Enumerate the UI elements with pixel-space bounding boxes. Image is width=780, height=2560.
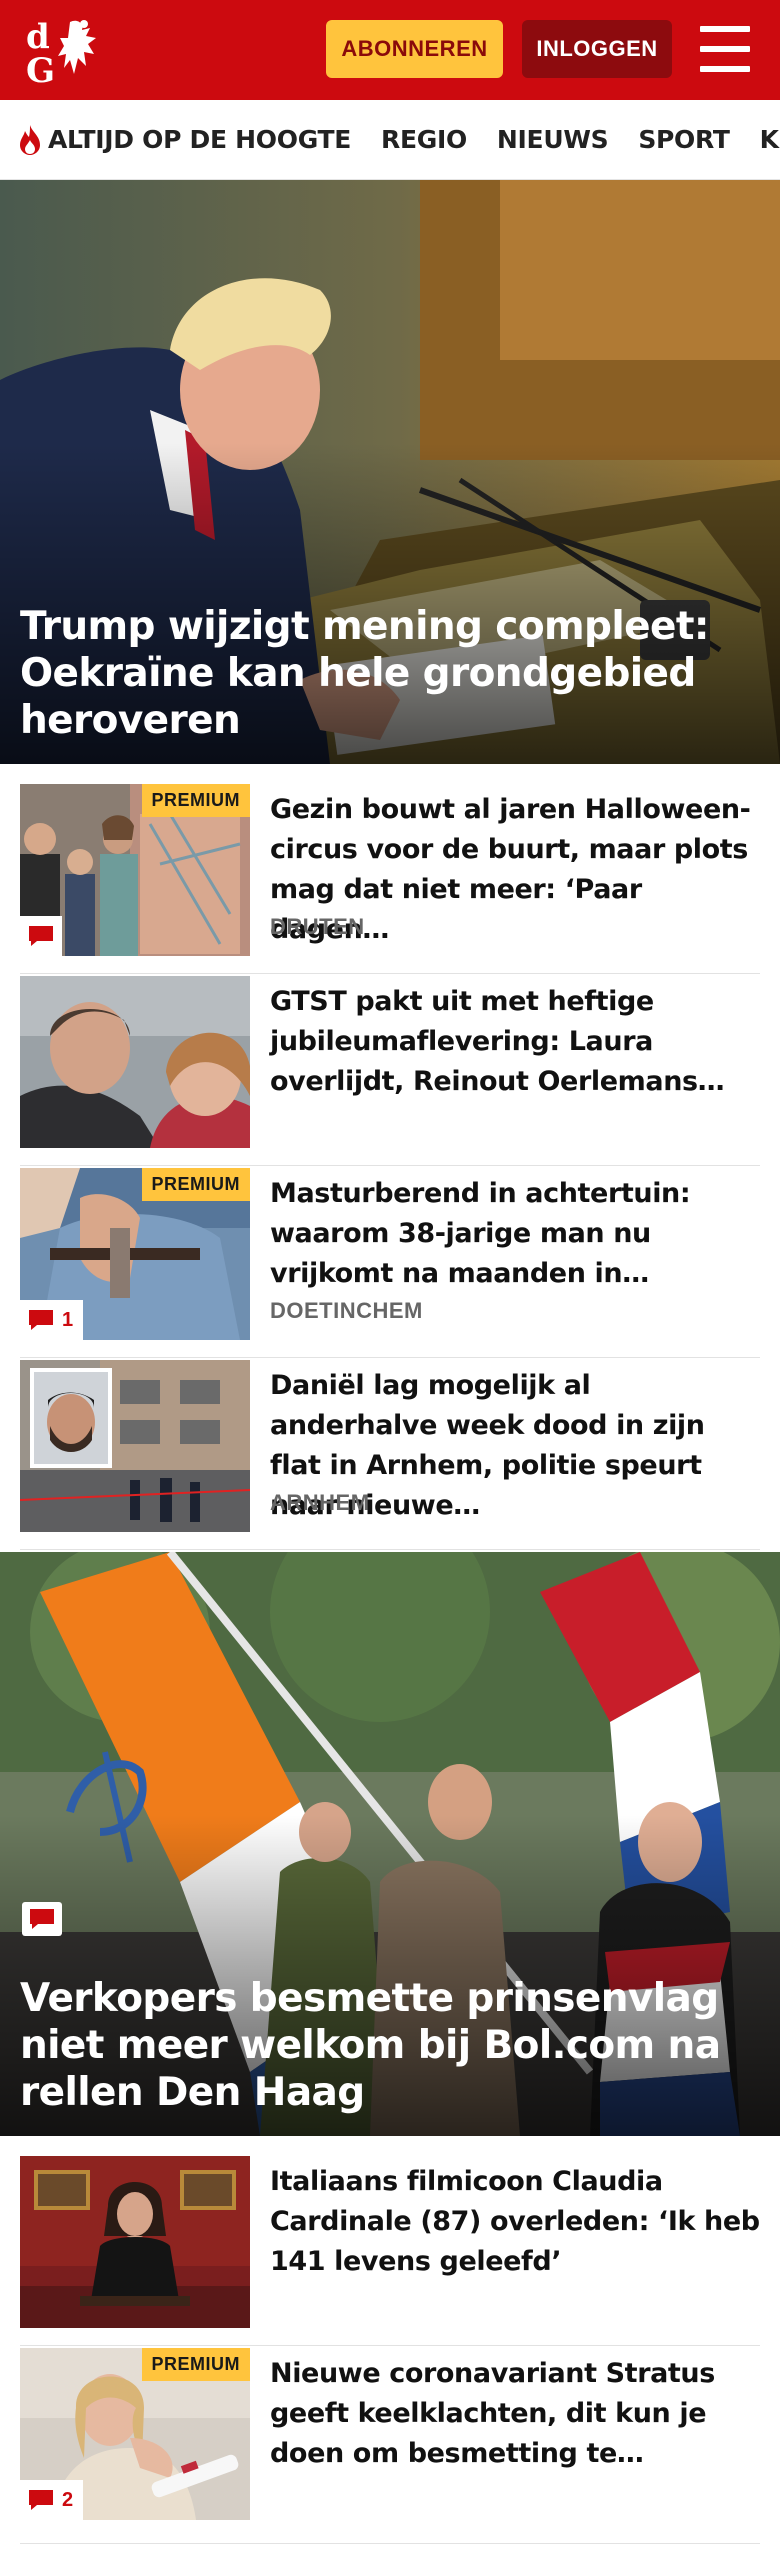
nav-item-regio[interactable]: REGIO	[381, 125, 467, 154]
article-thumbnail: PREMIUM 1	[20, 1168, 250, 1340]
article-thumbnail: PREMIUM 2	[20, 2348, 250, 2520]
hero-headline[interactable]: Verkopers besmette prinsenvlag niet meer…	[20, 1975, 760, 2116]
article-thumbnail	[20, 1360, 250, 1532]
list-item[interactable]: PREMIUM 1 Masturberend in achtertuin: wa…	[20, 1168, 760, 1358]
nav-item-nieuws[interactable]: NIEUWS	[497, 125, 609, 154]
comment-icon	[29, 926, 53, 946]
comment-indicator[interactable]: 2	[20, 2480, 84, 2520]
flame-icon	[20, 124, 40, 155]
comment-icon	[29, 1310, 53, 1330]
login-button[interactable]: INLOGGEN	[522, 20, 672, 78]
article-thumbnail	[20, 2156, 250, 2328]
article-headline[interactable]: Nieuwe coronavariant Stratus geeft keelk…	[270, 2354, 760, 2474]
hero-headline[interactable]: Trump wijzigt mening compleet: Oekraïne …	[20, 603, 760, 744]
article-headline[interactable]: Italiaans filmicoon Claudia Cardinale (8…	[270, 2162, 760, 2282]
hero-article[interactable]: Verkopers besmette prinsenvlag niet meer…	[0, 1552, 780, 2136]
article-thumbnail: PREMIUM	[20, 784, 250, 956]
thumbnail-image	[20, 976, 250, 1148]
comment-indicator[interactable]	[20, 916, 62, 956]
hamburger-menu-icon[interactable]	[700, 26, 750, 72]
premium-badge: PREMIUM	[141, 1168, 250, 1201]
subscribe-button[interactable]: ABONNEREN	[326, 20, 503, 78]
thumbnail-image	[20, 2156, 250, 2328]
comment-icon	[29, 2490, 53, 2510]
comment-indicator[interactable]	[22, 1902, 62, 1936]
article-location: ARNHEM	[270, 1490, 370, 1515]
list-item[interactable]: PREMIUM 2 Nieuwe coronavariant Stratus g…	[20, 2348, 760, 2544]
nav-label: ALTIJD OP DE HOOGTE	[48, 125, 352, 154]
section-nav: ALTIJD OP DE HOOGTE REGIO NIEUWS SPORT K…	[0, 100, 780, 180]
comment-icon	[30, 1909, 54, 1929]
article-headline[interactable]: Masturberend in achtertuin: waarom 38-ja…	[270, 1174, 760, 1294]
list-item[interactable]: Italiaans filmicoon Claudia Cardinale (8…	[20, 2156, 760, 2346]
hero-article[interactable]: Trump wijzigt mening compleet: Oekraïne …	[0, 180, 780, 764]
article-thumbnail	[20, 976, 250, 1148]
nav-item-sport[interactable]: SPORT	[638, 125, 730, 154]
list-item[interactable]: GTST pakt uit met heftige jubileumafleve…	[20, 976, 760, 1166]
svg-text:G: G	[26, 51, 55, 86]
nav-item-kijk[interactable]: KIJK	[760, 125, 780, 154]
premium-badge: PREMIUM	[141, 2348, 250, 2381]
site-logo[interactable]: d G	[20, 14, 120, 86]
article-headline[interactable]: GTST pakt uit met heftige jubileumafleve…	[270, 982, 760, 1102]
comment-count: 2	[62, 2488, 74, 2511]
list-item[interactable]: PREMIUM Gezin bouwt al jaren Halloween-c…	[20, 784, 760, 974]
nav-item-altijd-op-de-hoogte[interactable]: ALTIJD OP DE HOOGTE	[18, 124, 351, 156]
comment-count: 1	[62, 1308, 74, 1331]
article-location: DRUTEN	[270, 914, 365, 939]
list-item[interactable]: Daniël lag mogelijk al anderhalve week d…	[20, 1360, 760, 1550]
site-header: d G ABONNEREN INLOGGEN	[0, 0, 780, 100]
premium-badge: PREMIUM	[141, 784, 250, 817]
article-location: DOETINCHEM	[270, 1298, 423, 1323]
thumbnail-image	[20, 1360, 250, 1532]
comment-indicator[interactable]: 1	[20, 1300, 84, 1340]
